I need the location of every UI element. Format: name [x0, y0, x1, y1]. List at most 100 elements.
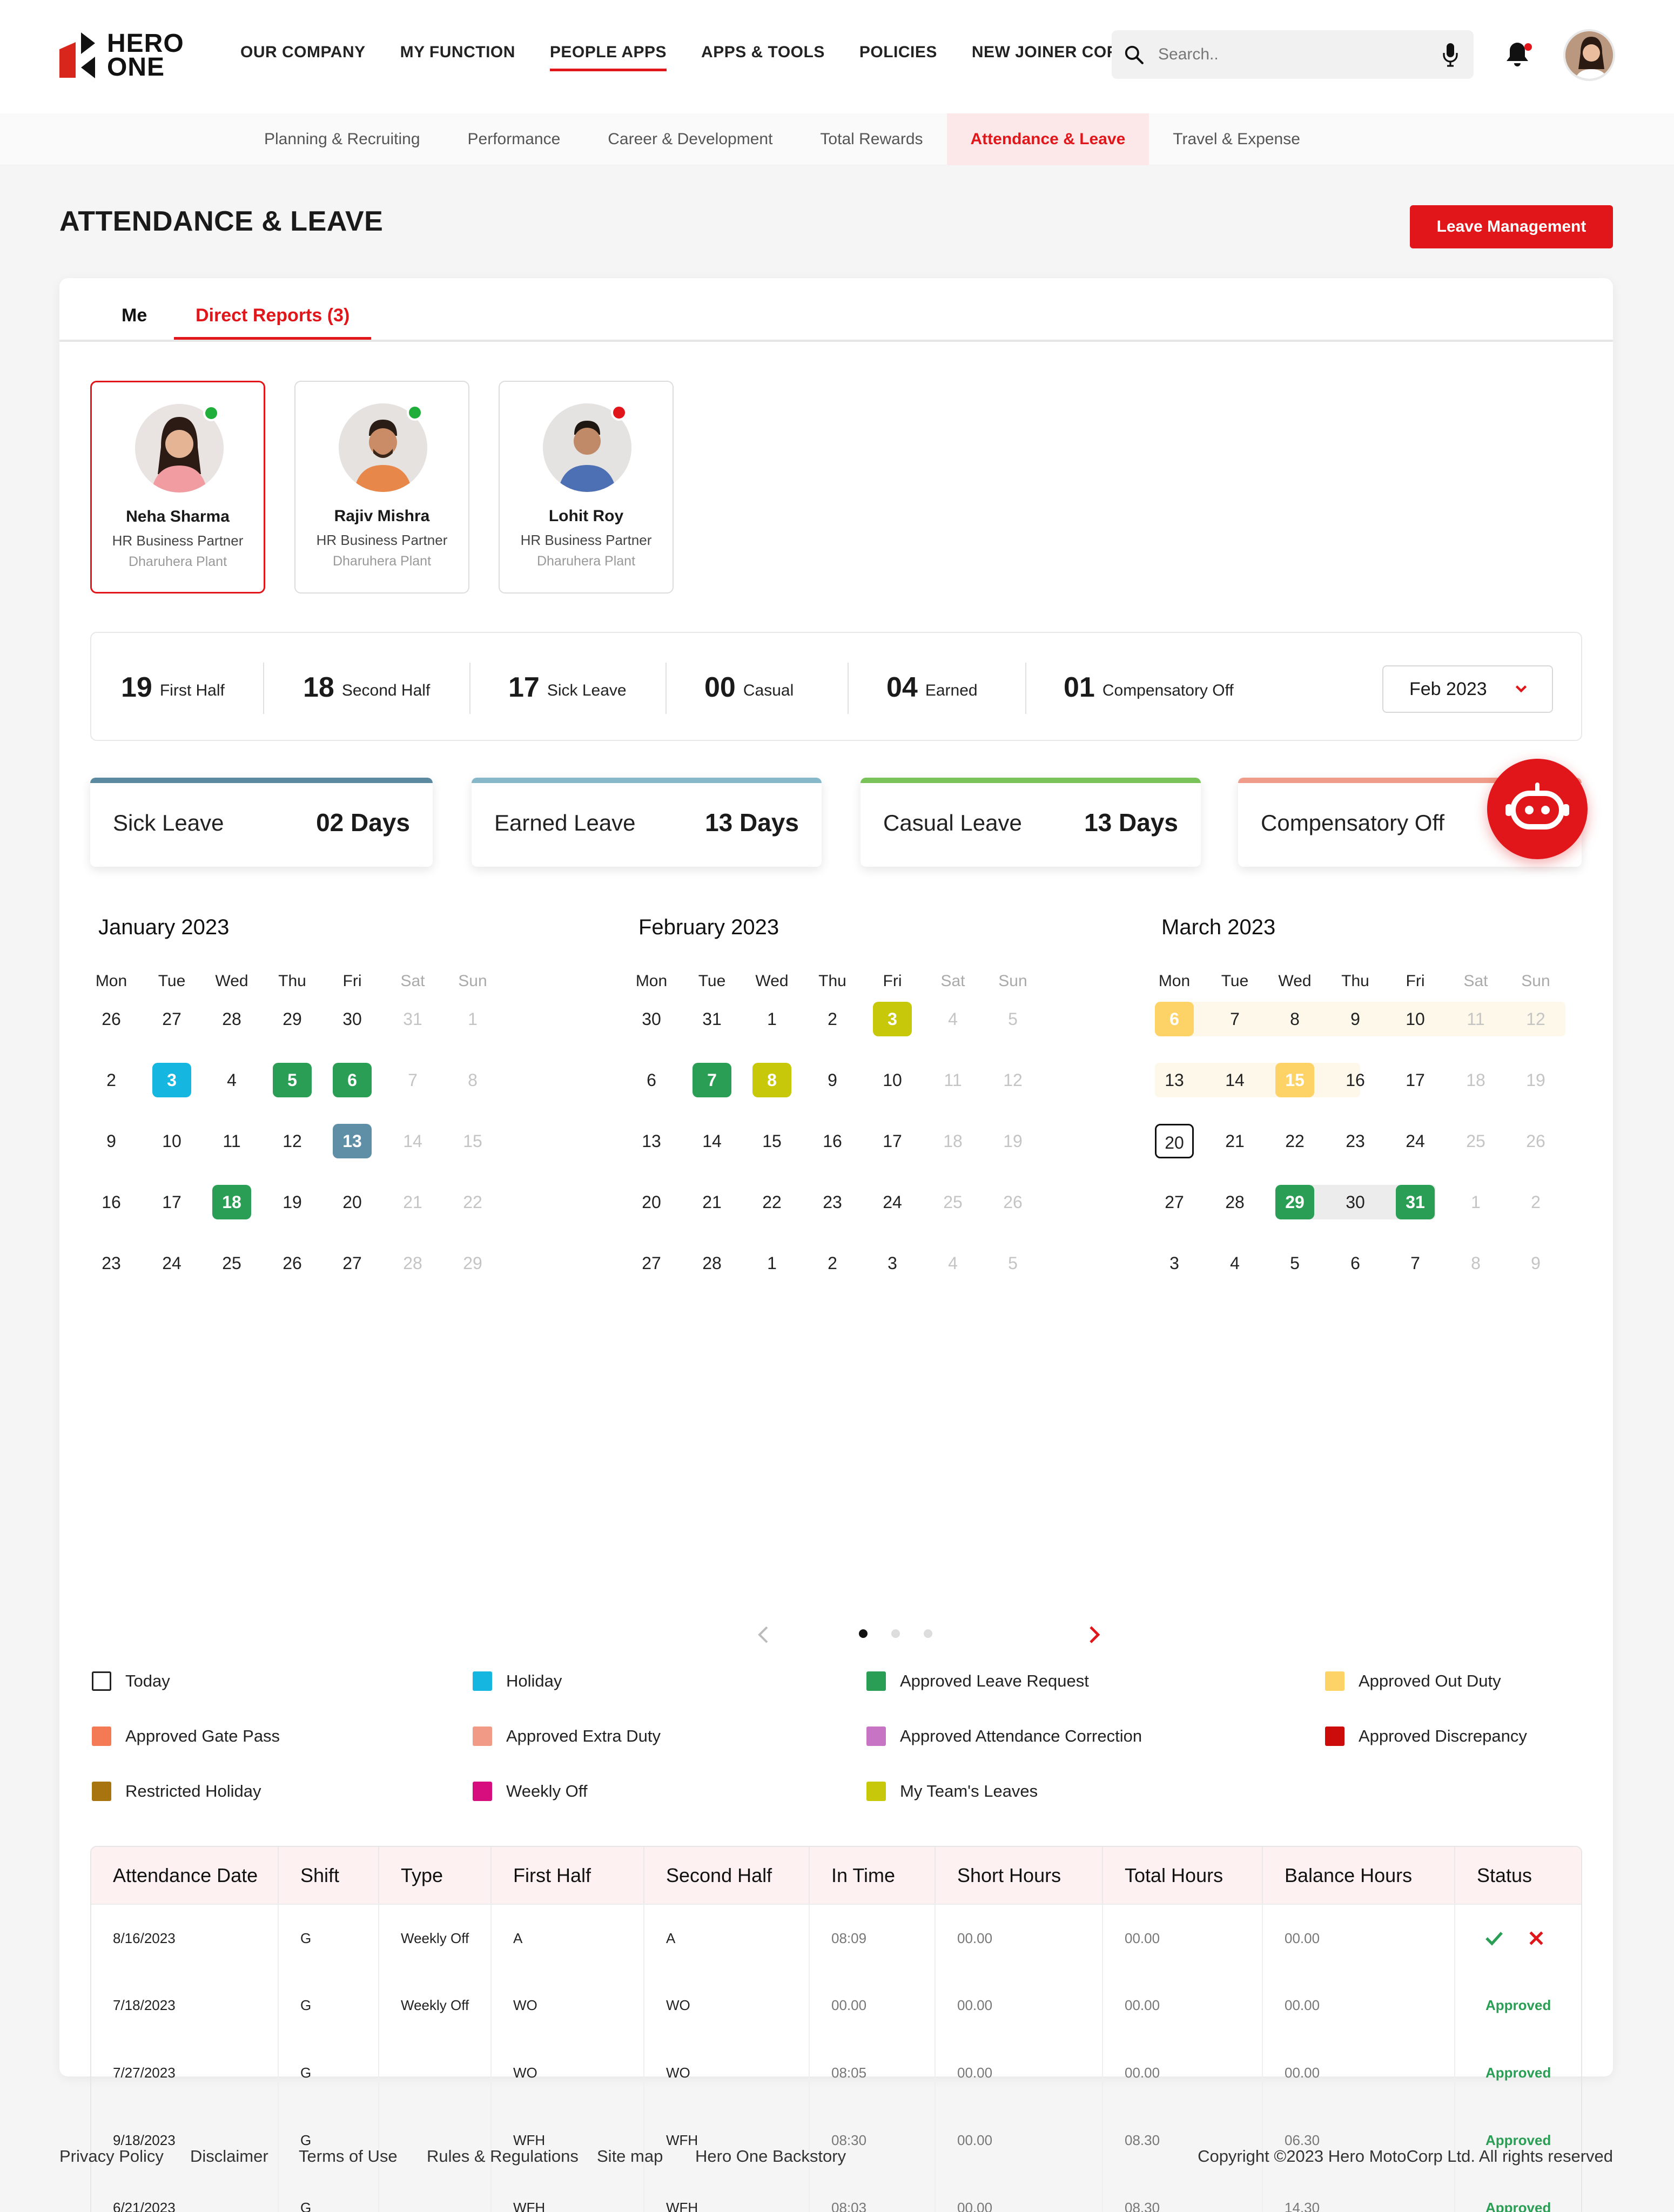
calendar-day[interactable]: 4 — [933, 1002, 972, 1036]
calendar-day[interactable]: 6 — [1336, 1246, 1375, 1280]
calendar-day[interactable]: 6 — [333, 1063, 372, 1097]
leave-card-sick[interactable]: Sick Leave 02 Days — [90, 778, 433, 867]
calendar-day[interactable]: 8 — [453, 1063, 492, 1097]
subnav-career-development[interactable]: Career & Development — [584, 113, 796, 165]
calendar-day[interactable]: 13 — [632, 1124, 671, 1158]
calendar-day[interactable]: 7 — [693, 1063, 731, 1097]
calendar-day[interactable]: 30 — [333, 1002, 372, 1036]
search-input[interactable] — [1158, 40, 1417, 69]
col-in-time[interactable]: In Time — [809, 1847, 936, 1905]
calendar-day[interactable]: 16 — [1336, 1063, 1375, 1097]
microphone-icon[interactable] — [1442, 43, 1458, 67]
calendar-day[interactable]: 11 — [1456, 1002, 1495, 1036]
col-status[interactable]: Status — [1455, 1847, 1581, 1905]
calendar-day[interactable]: 3 — [873, 1002, 912, 1036]
calendar-day[interactable]: 23 — [1336, 1124, 1375, 1158]
calendar-day[interactable]: 14 — [1215, 1063, 1254, 1097]
employee-card-rajiv[interactable]: Rajiv Mishra HR Business Partner Dharuhe… — [294, 381, 469, 594]
month-dropdown[interactable]: Feb 2023 — [1382, 665, 1553, 713]
calendar-day[interactable]: 26 — [273, 1246, 312, 1280]
calendar-day[interactable]: 1 — [1456, 1185, 1495, 1219]
calendar-day[interactable]: 15 — [1275, 1063, 1314, 1097]
calendar-day[interactable]: 29 — [1275, 1185, 1314, 1219]
calendar-day[interactable]: 21 — [693, 1185, 731, 1219]
calendar-day[interactable]: 29 — [453, 1246, 492, 1280]
calendar-day[interactable]: 10 — [152, 1124, 191, 1158]
calendar-day[interactable]: 23 — [92, 1246, 131, 1280]
nav-policies[interactable]: POLICIES — [859, 38, 937, 71]
calendar-day[interactable]: 7 — [1215, 1002, 1254, 1036]
calendar-day[interactable]: 7 — [1396, 1246, 1435, 1280]
calendar-day[interactable]: 19 — [273, 1185, 312, 1219]
pager-dot-active[interactable] — [859, 1629, 868, 1638]
calendar-day[interactable]: 9 — [92, 1124, 131, 1158]
calendar-day[interactable]: 15 — [453, 1124, 492, 1158]
calendar-day[interactable]: 3 — [1155, 1246, 1194, 1280]
calendar-day[interactable]: 12 — [273, 1124, 312, 1158]
calendar-day[interactable]: 30 — [632, 1002, 671, 1036]
calendar-day[interactable]: 11 — [212, 1124, 251, 1158]
chevron-right-icon[interactable] — [1088, 1625, 1101, 1644]
user-avatar[interactable] — [1563, 29, 1615, 81]
calendar-day[interactable]: 22 — [1275, 1124, 1314, 1158]
calendar-day[interactable]: 6 — [632, 1063, 671, 1097]
calendar-day[interactable]: 26 — [993, 1185, 1032, 1219]
nav-our-company[interactable]: OUR COMPANY — [240, 38, 366, 71]
col-first-half[interactable]: First Half — [491, 1847, 644, 1905]
calendar-day[interactable]: 25 — [212, 1246, 251, 1280]
calendar-day[interactable]: 31 — [1396, 1185, 1435, 1219]
calendar-day[interactable]: 8 — [1275, 1002, 1314, 1036]
calendar-day[interactable]: 27 — [333, 1246, 372, 1280]
employee-card-neha[interactable]: Neha Sharma HR Business Partner Dharuher… — [90, 381, 265, 594]
footer-disclaimer[interactable]: Disclaimer — [190, 2147, 268, 2166]
calendar-day[interactable]: 3 — [152, 1063, 191, 1097]
calendar-day[interactable]: 25 — [1456, 1124, 1495, 1158]
calendar-day[interactable]: 6 — [1155, 1002, 1194, 1036]
tab-direct-reports[interactable]: Direct Reports (3) — [174, 305, 372, 340]
calendar-day[interactable]: 13 — [1155, 1063, 1194, 1097]
calendar-day[interactable]: 5 — [993, 1002, 1032, 1036]
calendar-day[interactable]: 12 — [1516, 1002, 1555, 1036]
calendar-day[interactable]: 2 — [813, 1002, 852, 1036]
calendar-day[interactable]: 4 — [1215, 1246, 1254, 1280]
calendar-day[interactable]: 5 — [993, 1246, 1032, 1280]
nav-apps-tools[interactable]: APPS & TOOLS — [701, 38, 825, 71]
subnav-performance[interactable]: Performance — [444, 113, 584, 165]
calendar-day[interactable]: 11 — [933, 1063, 972, 1097]
calendar-day[interactable]: 26 — [1516, 1124, 1555, 1158]
calendar-day[interactable]: 9 — [1336, 1002, 1375, 1036]
table-row[interactable]: 6/21/2023 G WFH WFH 08:03 00.00 08.30 14.30 Appr… — [91, 2174, 1581, 2212]
subnav-planning-recruiting[interactable]: Planning & Recruiting — [240, 113, 444, 165]
col-shift[interactable]: Shift — [278, 1847, 379, 1905]
col-total-hours[interactable]: Total Hours — [1102, 1847, 1263, 1905]
calendar-day[interactable]: 2 — [813, 1246, 852, 1280]
calendar-day[interactable]: 13 — [333, 1124, 372, 1158]
calendar-day[interactable]: 22 — [752, 1185, 791, 1219]
calendar-day[interactable]: 20 — [632, 1185, 671, 1219]
calendar-day[interactable]: 9 — [813, 1063, 852, 1097]
calendar-day[interactable]: 30 — [1336, 1185, 1375, 1219]
calendar-day[interactable]: 28 — [693, 1246, 731, 1280]
calendar-day[interactable]: 16 — [813, 1124, 852, 1158]
calendar-day[interactable]: 19 — [1516, 1063, 1555, 1097]
nav-people-apps[interactable]: PEOPLE APPS — [549, 38, 667, 71]
calendar-day[interactable]: 10 — [873, 1063, 912, 1097]
calendar-day[interactable]: 7 — [393, 1063, 432, 1097]
pager-dot[interactable] — [891, 1629, 900, 1638]
footer-hero-one-backstory[interactable]: Hero One Backstory — [695, 2147, 846, 2166]
calendar-day[interactable]: 24 — [152, 1246, 191, 1280]
calendar-day[interactable]: 26 — [92, 1002, 131, 1036]
calendar-day[interactable]: 4 — [933, 1246, 972, 1280]
calendar-day[interactable]: 10 — [1396, 1002, 1435, 1036]
table-row[interactable]: 8/16/2023 G Weekly Off A A 08:09 00.00 00.00 00.… — [91, 1904, 1581, 1972]
hero-one-logo[interactable]: HERO ONE — [59, 30, 184, 81]
calendar-day[interactable]: 1 — [752, 1246, 791, 1280]
leave-card-earned[interactable]: Earned Leave 13 Days — [472, 778, 822, 867]
calendar-day[interactable]: 28 — [1215, 1185, 1254, 1219]
calendar-day[interactable]: 8 — [752, 1063, 791, 1097]
calendar-day[interactable]: 4 — [212, 1063, 251, 1097]
col-attendance-date[interactable]: Attendance Date — [91, 1847, 279, 1905]
calendar-day[interactable]: 21 — [393, 1185, 432, 1219]
calendar-day[interactable]: 18 — [212, 1185, 251, 1219]
calendar-day[interactable]: 5 — [273, 1063, 312, 1097]
